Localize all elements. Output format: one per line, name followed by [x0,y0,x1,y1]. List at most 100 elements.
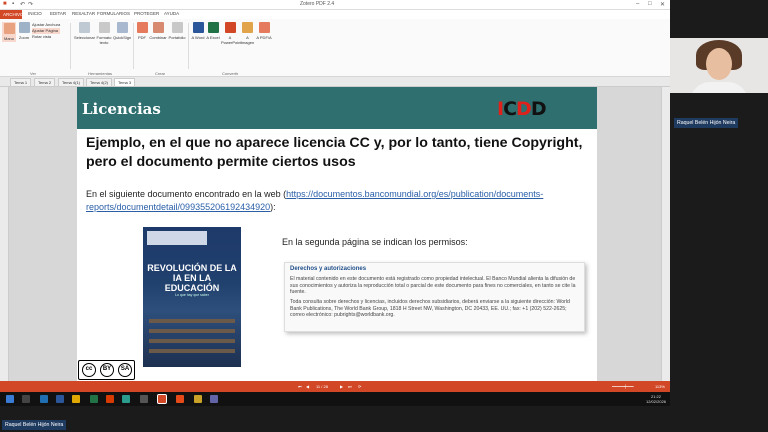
undo-icon[interactable]: ↶ [20,1,25,8]
group-convertir-label: Convertir [222,71,239,76]
rotate-view-option[interactable]: Rotar vista [32,34,60,40]
screen: ■ ▪ ↶ ↷ Zotero PDF 2.4 – □ ✕ ARCHIVO INI… [0,0,768,432]
zoom-slider[interactable]: ━━━━━┿━━━ [612,384,634,389]
tab-tema-2[interactable]: Tema 2 [34,78,56,86]
ribbon-separator [133,23,134,69]
to-image-button[interactable]: A Imagen [240,22,255,45]
combine-button[interactable]: Combinar [149,22,167,40]
slide-title: Licencias [82,100,161,118]
to-pdfa-label: A PDF/A [256,35,272,40]
excel-icon[interactable] [90,395,98,403]
magnifier-icon [18,22,30,33]
zoom-button[interactable]: Zoom [18,22,30,40]
para-prefix: En el siguiente documento encontrado en … [86,189,287,199]
permission-note: En la segunda página se indican los perm… [282,237,468,247]
image-icon [242,22,253,33]
title-bar: ■ ▪ ↶ ↷ Zotero PDF 2.4 – □ ✕ [0,0,670,10]
desk-row [149,319,235,323]
word-icon[interactable] [56,395,64,403]
menu-proteger[interactable]: PROTEGER [134,11,159,16]
firefox-icon[interactable] [176,395,184,403]
book-cover-image: REVOLUCIÓN DE LA IA EN LA EDUCACIÓN Lo q… [143,227,241,367]
fit-options: Ajustar Anchura Ajustar Página Rotar vis… [32,22,61,40]
menu-file[interactable]: ARCHIVO [0,10,24,19]
tab-tema-4-1[interactable]: Tema 4(1) [58,78,85,86]
menu-formularios[interactable]: FORMULARIOS [97,11,130,16]
page-indicator[interactable]: 11 / 28 [316,384,328,389]
powerpoint-icon[interactable] [106,395,114,403]
tab-tema-4-2[interactable]: Tema 4(2) [86,78,113,86]
rights-paragraph-1: El material contenido en este documento … [290,276,576,296]
hand-label: Mano [3,36,14,41]
excel-icon [207,22,219,33]
next-page-icon[interactable]: ▶ [340,384,343,389]
pdfa-icon [258,22,270,33]
portfolio-label: Portafolio [168,35,186,40]
para-suffix: ): [270,202,276,212]
start-icon[interactable] [6,395,14,403]
by-icon: BY [100,363,114,377]
app-icon[interactable] [140,395,148,403]
powerpoint-icon [224,22,236,33]
cover-title: REVOLUCIÓN DE LA IA EN LA EDUCACIÓN [147,263,237,293]
search-icon[interactable] [22,395,30,403]
pdf-app-window: ■ ▪ ↶ ↷ Zotero PDF 2.4 – □ ✕ ARCHIVO INI… [0,0,670,392]
desk-row [149,329,235,333]
pdf-icon [136,22,148,33]
ribbon-separator [70,23,71,69]
to-pdfa-button[interactable]: A PDF/A [256,22,272,40]
first-page-icon[interactable]: ⏮ [298,384,302,389]
menu-inicio[interactable]: INICIO [28,11,42,16]
redo-icon[interactable]: ↷ [28,1,33,8]
to-excel-label: A Excel [206,35,220,40]
close-icon[interactable]: ✕ [660,1,665,8]
to-word-button[interactable]: A Word [191,22,205,40]
zoom-level: 113% [655,384,665,389]
mail-icon[interactable] [40,395,48,403]
rights-paragraph-2: Toda consulta sobre derechos y licencias… [290,299,570,319]
tab-tema-3[interactable]: Tema 3 [114,78,136,86]
rights-screenshot: Derechos y autorizaciones El material co… [284,262,585,332]
browser-icon[interactable] [122,395,130,403]
text-format-button[interactable]: Formato texto [95,22,113,45]
folder-icon[interactable] [72,395,80,403]
menu-resaltar[interactable]: RESALTAR [72,11,95,16]
minimize-icon[interactable]: – [636,1,639,7]
to-word-label: A Word [191,35,205,40]
quicksign-button[interactable]: QuickSign [113,22,131,40]
create-pdf-button[interactable]: PDF [136,22,148,40]
cover-publisher-banner [147,231,207,245]
to-powerpoint-button[interactable]: A PowerPoint [221,22,242,45]
menu-ayuda[interactable]: AYUDA [164,11,179,16]
tab-tema-1[interactable]: Tema 1 [10,78,32,86]
hand-tool-button[interactable]: Mano [2,22,16,42]
refresh-icon[interactable]: ⟳ [358,384,361,389]
left-sidebar[interactable] [0,87,9,381]
slide-header-bar: Licencias ICDD [77,87,597,129]
teams-icon[interactable] [210,395,218,403]
last-page-icon[interactable]: ⏭ [348,384,352,389]
select-label: Seleccionar [74,35,95,40]
maximize-icon[interactable]: □ [648,1,652,7]
vertical-scrollbar[interactable] [661,87,670,381]
status-bar: ⏮ ◀ 11 / 28 ▶ ⏭ ⟳ ━━━━━┿━━━ 113% [0,381,670,392]
zoom-label: Zoom [18,35,30,40]
to-powerpoint-label: A PowerPoint [221,35,242,45]
person-body [690,82,748,93]
prev-page-icon[interactable]: ◀ [306,384,309,389]
rights-title: Derechos y autorizaciones [290,266,367,272]
pdf-page: Licencias ICDD Ejemplo, en el que no apa… [77,87,597,381]
notes-icon[interactable] [194,395,202,403]
pdf-app-icon[interactable] [157,394,167,404]
portfolio-button[interactable]: Portafolio [168,22,186,40]
menu-editar[interactable]: EDITAR [50,11,66,16]
document-tabs: Tema 1 Tema 2 Tema 4(1) Tema 4(2) Tema 3 [0,77,670,87]
text-format-label: Formato texto [96,35,112,45]
text-icon [98,22,110,33]
save-icon[interactable]: ▪ [12,1,14,7]
select-button[interactable]: Seleccionar [74,22,95,40]
to-image-label: A Imagen [240,35,255,45]
ribbon-separator [188,23,189,69]
group-herramientas-label: Herramientas [88,71,113,76]
to-excel-button[interactable]: A Excel [206,22,220,40]
